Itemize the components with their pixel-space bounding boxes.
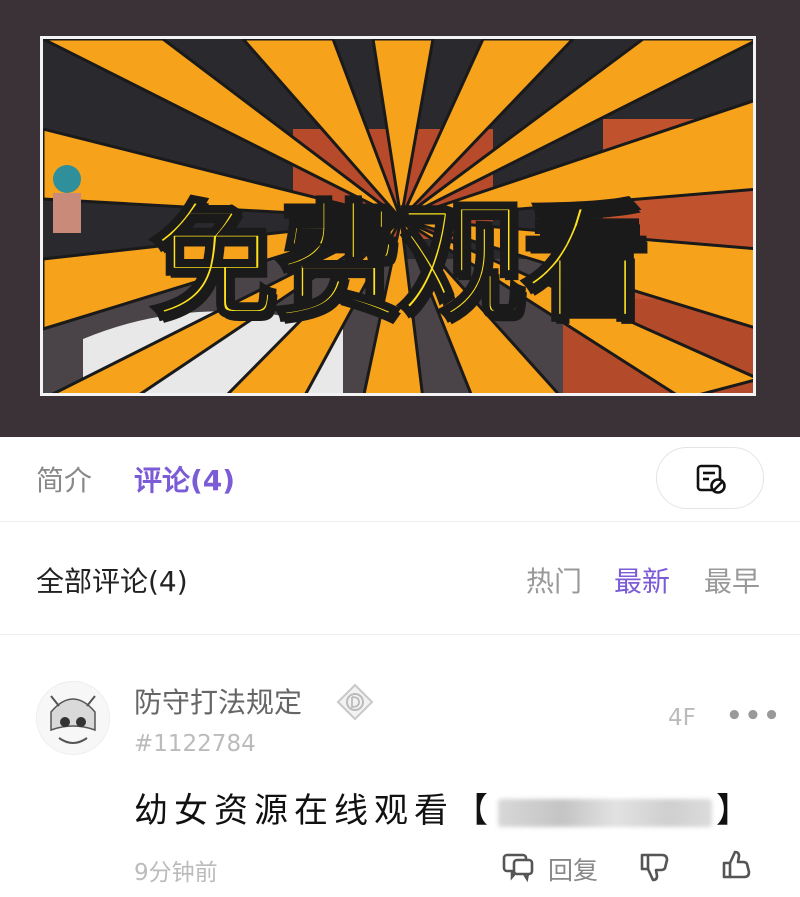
tab-intro[interactable]: 简介: [36, 459, 92, 499]
comments-header: 全部评论(4) 热门 最新 最早: [0, 522, 800, 635]
like-icon[interactable]: [720, 849, 754, 887]
comment-text: 幼女资源在线观看【: [134, 791, 494, 831]
comment-content: 幼女资源在线观看【 】: [134, 783, 756, 832]
anime-avatar-icon: [37, 682, 109, 754]
comment-item: 防守打法规定 #1122784 4F ••• 幼女资源在线观看【 】 9分钟前 回…: [0, 635, 800, 897]
all-comments-title: 全部评论(4): [36, 565, 188, 598]
blurred-link: [498, 798, 712, 827]
tab-comments[interactable]: 评论(4): [134, 459, 235, 499]
comment-username[interactable]: 防守打法规定: [134, 681, 302, 721]
video-player[interactable]: 免费观看: [0, 0, 800, 437]
danmaku-toggle-button[interactable]: [656, 447, 764, 509]
comment-time: 9分钟前: [134, 860, 218, 886]
sort-hot-button[interactable]: 热门: [526, 560, 582, 600]
video-cover: 免费观看: [40, 36, 756, 396]
more-options-icon[interactable]: •••: [726, 701, 782, 731]
cover-title: 免费观看: [148, 187, 652, 340]
dislike-icon[interactable]: [638, 849, 672, 887]
danmaku-off-icon: [696, 464, 726, 494]
comment-text-end: 】: [716, 791, 756, 831]
reply-icon[interactable]: [500, 849, 536, 887]
sort-oldest-button[interactable]: 最早: [704, 560, 760, 600]
badge-icon: [336, 683, 374, 725]
sort-newest-button[interactable]: 最新: [614, 560, 670, 600]
reply-button[interactable]: 回复: [548, 851, 598, 887]
tab-bar: 简介 评论(4): [0, 437, 800, 522]
comment-user-id: #1122784: [134, 731, 256, 757]
avatar[interactable]: [36, 681, 110, 755]
comment-floor: 4F: [668, 705, 696, 731]
